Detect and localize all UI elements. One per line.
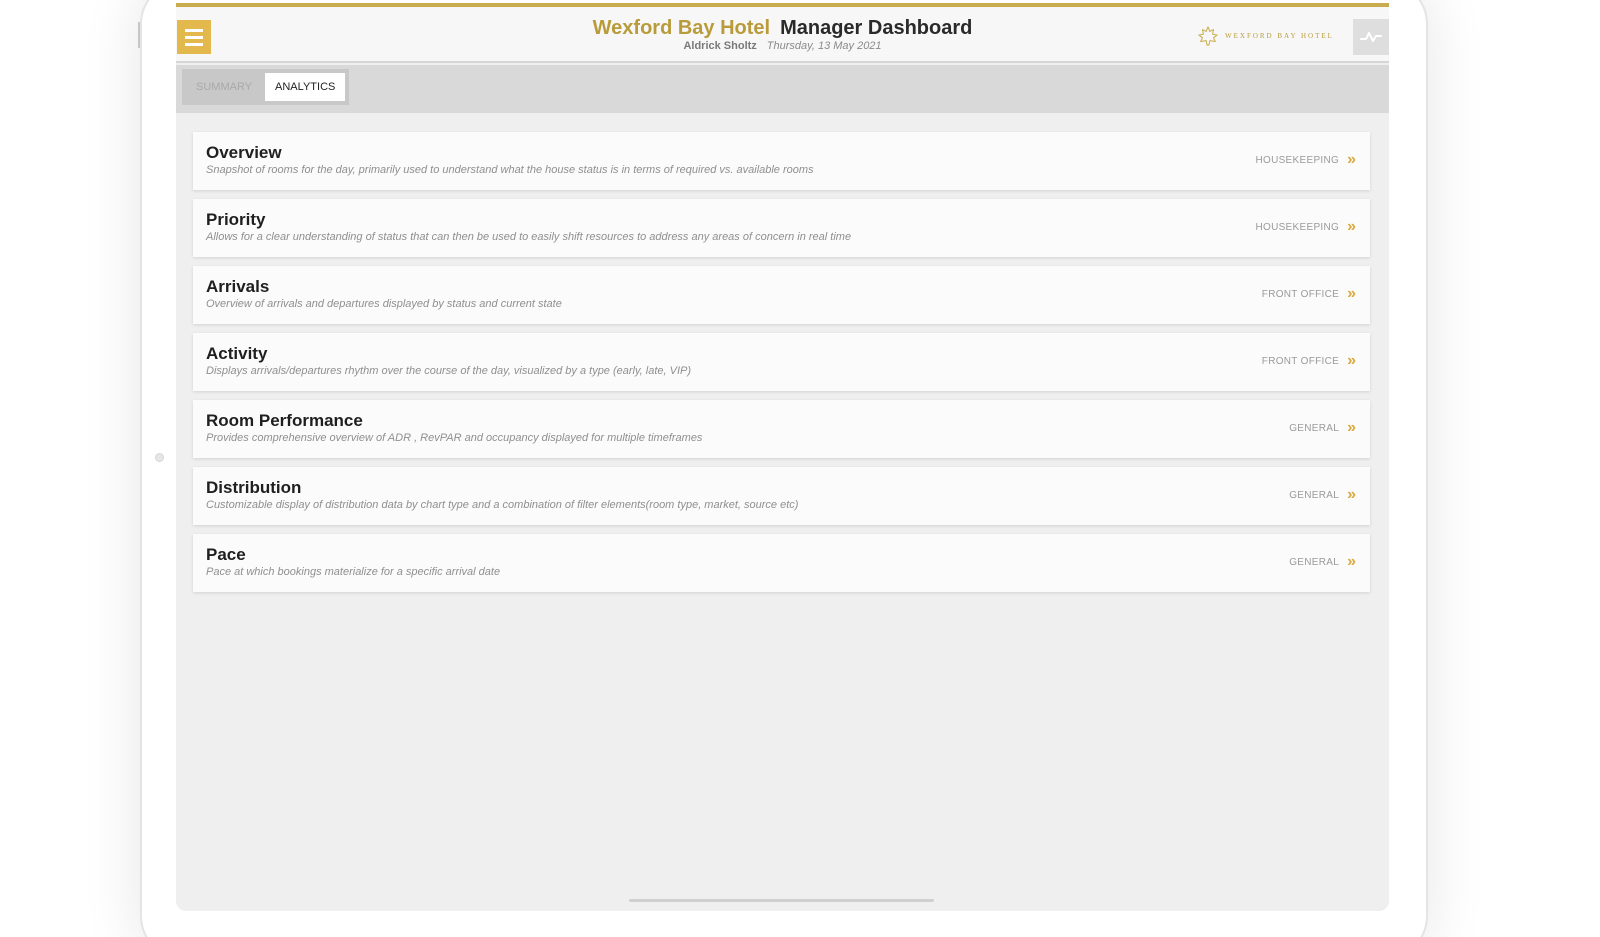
- double-chevron-right-icon[interactable]: »: [1347, 152, 1356, 168]
- tab-group: SUMMARY ANALYTICS: [182, 69, 350, 105]
- item-meta: GENERAL »: [1289, 487, 1356, 503]
- item-description: Customizable display of distribution dat…: [206, 499, 799, 511]
- list-item-pace[interactable]: Pace Pace at which bookings materialize …: [193, 534, 1370, 592]
- item-title: Priority: [206, 210, 266, 229]
- item-description: Pace at which bookings materialize for a…: [206, 566, 501, 578]
- dashboard-title: Manager Dashboard: [780, 17, 973, 39]
- home-indicator[interactable]: [629, 899, 934, 902]
- current-date: Thursday, 13 May 2021: [766, 40, 882, 52]
- item-category: GENERAL: [1289, 556, 1340, 568]
- item-category: FRONT OFFICE: [1261, 355, 1340, 367]
- item-category: FRONT OFFICE: [1261, 288, 1340, 300]
- hotel-logo: WEXFORD BAY HOTEL: [1197, 25, 1334, 47]
- item-meta: HOUSEKEEPING »: [1255, 219, 1356, 235]
- activity-button[interactable]: [1353, 19, 1389, 55]
- list-item-overview[interactable]: Overview Snapshot of rooms for the day, …: [193, 132, 1370, 190]
- list-item-priority[interactable]: Priority Allows for a clear understandin…: [193, 199, 1370, 257]
- item-title: Pace: [206, 545, 246, 564]
- item-description: Snapshot of rooms for the day, primarily…: [206, 164, 814, 176]
- tab-summary[interactable]: SUMMARY: [186, 73, 262, 101]
- double-chevron-right-icon[interactable]: »: [1347, 219, 1356, 235]
- maple-leaf-icon: [1198, 26, 1218, 46]
- item-meta: GENERAL »: [1289, 554, 1356, 570]
- item-meta: FRONT OFFICE »: [1261, 353, 1356, 369]
- user-name: Aldrick Sholtz: [683, 40, 757, 52]
- double-chevron-right-icon[interactable]: »: [1347, 554, 1356, 570]
- item-description: Overview of arrivals and departures disp…: [206, 298, 562, 310]
- item-description: Provides comprehensive overview of ADR ,…: [206, 432, 703, 444]
- app-header: Wexford Bay Hotel Manager Dashboard Aldri…: [176, 7, 1389, 63]
- item-title: Arrivals: [206, 277, 270, 296]
- list-item-activity[interactable]: Activity Displays arrivals/departures rh…: [193, 333, 1370, 391]
- analytics-list: Overview Snapshot of rooms for the day, …: [193, 132, 1370, 601]
- double-chevron-right-icon[interactable]: »: [1347, 487, 1356, 503]
- camera-dot: [155, 453, 164, 462]
- hotel-name: Wexford Bay Hotel: [592, 17, 771, 39]
- double-chevron-right-icon[interactable]: »: [1347, 286, 1356, 302]
- list-item-room-performance[interactable]: Room Performance Provides comprehensive …: [193, 400, 1370, 458]
- list-item-distribution[interactable]: Distribution Customizable display of dis…: [193, 467, 1370, 525]
- item-meta: FRONT OFFICE »: [1261, 286, 1356, 302]
- item-category: HOUSEKEEPING: [1255, 154, 1340, 166]
- item-description: Displays arrivals/departures rhythm over…: [206, 365, 692, 377]
- item-category: GENERAL: [1289, 489, 1340, 501]
- item-title: Distribution: [206, 478, 302, 497]
- activity-line-icon: [1360, 32, 1382, 42]
- item-title: Overview: [206, 143, 282, 162]
- list-item-arrivals[interactable]: Arrivals Overview of arrivals and depart…: [193, 266, 1370, 324]
- double-chevron-right-icon[interactable]: »: [1347, 420, 1356, 436]
- tab-bar: SUMMARY ANALYTICS: [176, 65, 1389, 113]
- item-description: Allows for a clear understanding of stat…: [206, 231, 852, 243]
- item-title: Room Performance: [206, 411, 363, 430]
- tab-analytics[interactable]: ANALYTICS: [265, 73, 346, 101]
- app-screen: Wexford Bay Hotel Manager Dashboard Aldri…: [176, 3, 1389, 911]
- double-chevron-right-icon[interactable]: »: [1347, 353, 1356, 369]
- item-meta: HOUSEKEEPING »: [1255, 152, 1356, 168]
- item-category: HOUSEKEEPING: [1255, 221, 1340, 233]
- item-category: GENERAL: [1289, 422, 1340, 434]
- item-meta: GENERAL »: [1289, 420, 1356, 436]
- item-title: Activity: [206, 344, 268, 363]
- logo-text: WEXFORD BAY HOTEL: [1225, 32, 1334, 40]
